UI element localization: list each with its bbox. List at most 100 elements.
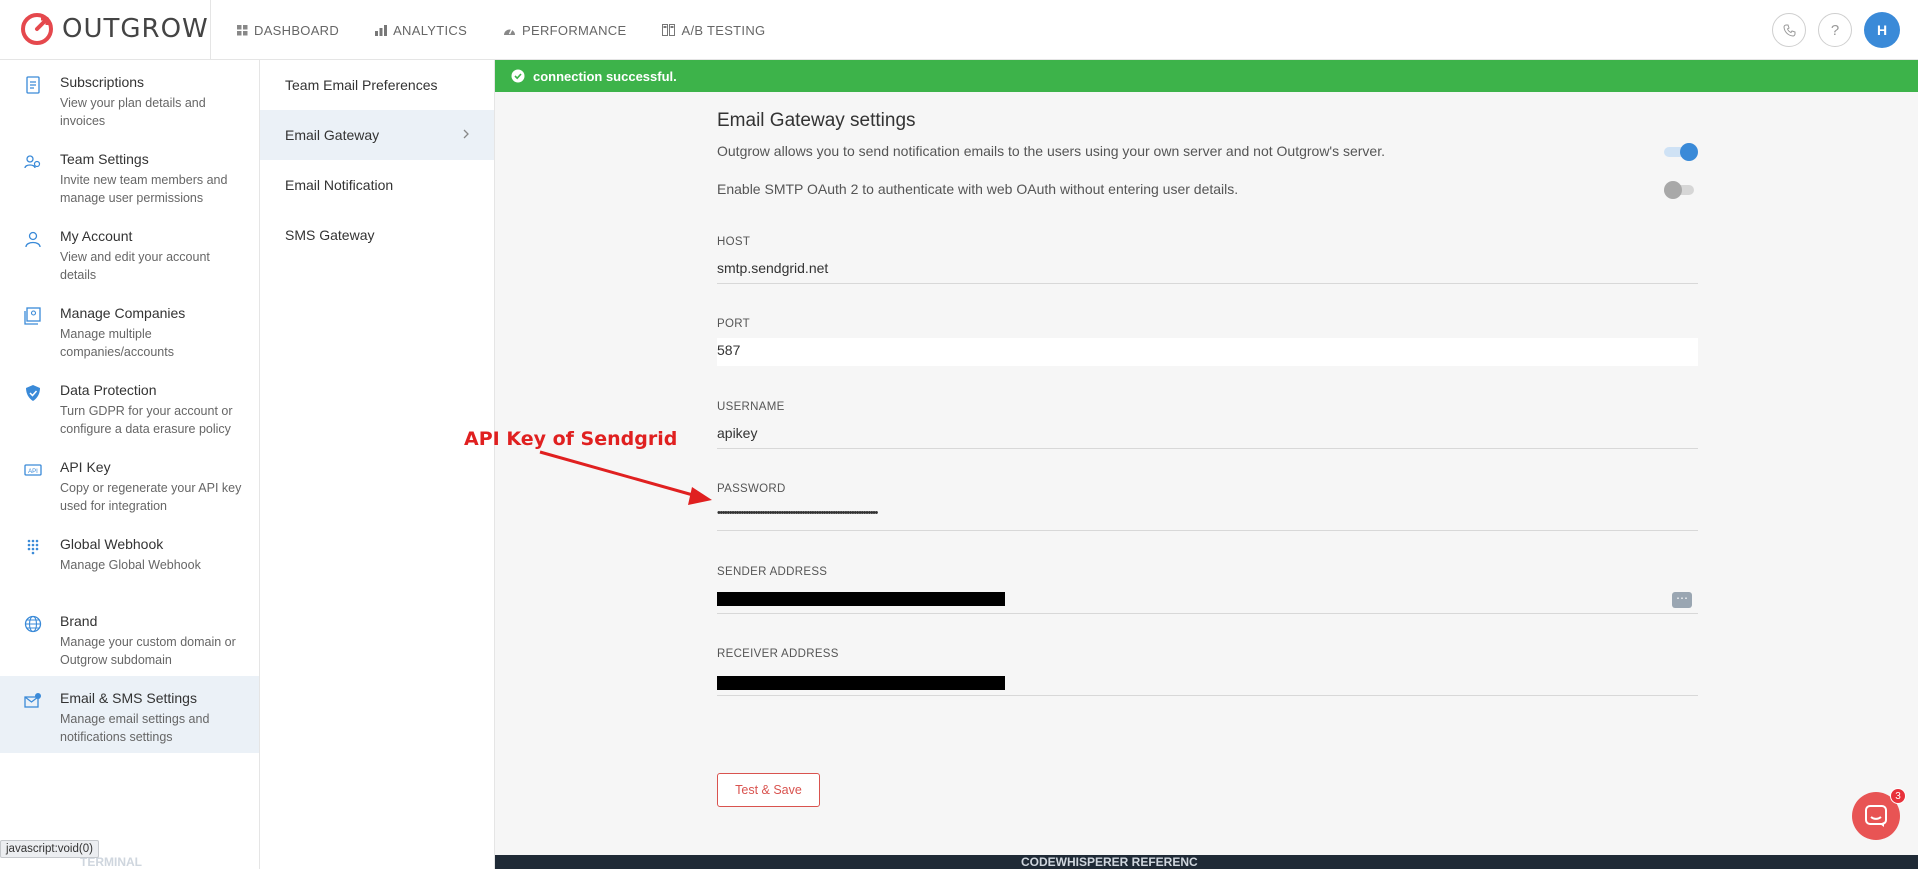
check-circle-icon [511, 69, 525, 83]
port-input[interactable]: 587 [717, 338, 1698, 366]
oauth-text: Enable SMTP OAuth 2 to authenticate with… [717, 181, 1239, 197]
email-settings-subnav: Team Email Preferences Email Gateway Ema… [260, 60, 495, 869]
password-input[interactable]: ••••••••••••••••••••••••••••••••••••••••… [717, 503, 1698, 531]
own-server-row: Outgrow allows you to send notification … [717, 140, 1698, 162]
chat-icon [1865, 805, 1887, 827]
subnav-team-email-preferences[interactable]: Team Email Preferences [260, 60, 494, 110]
email-settings-icon [24, 693, 41, 708]
sidebar-item-brand[interactable]: Brand Manage your custom domain or Outgr… [0, 599, 259, 676]
sidebar-item-desc: Manage Global Webhook [60, 558, 201, 572]
sidebar-item-subscriptions[interactable]: Subscriptions View your plan details and… [0, 60, 259, 137]
annotation-label: API Key of Sendgrid [464, 428, 678, 450]
main-content: connection successful. Email Gateway set… [495, 60, 1918, 855]
sender-address-field: SENDER ADDRESS ⋯ [717, 566, 1698, 614]
shield-icon [26, 385, 40, 401]
sidebar-item-my-account[interactable]: My Account View and edit your account de… [0, 214, 259, 291]
username-field: USERNAME apikey [717, 401, 1698, 449]
subnav-email-notification[interactable]: Email Notification [260, 160, 494, 210]
help-button[interactable]: ? [1818, 13, 1852, 47]
phone-icon [1782, 24, 1795, 37]
chat-badge: 3 [1890, 788, 1906, 804]
port-field: PORT 587 [717, 318, 1698, 366]
split-test-icon [662, 24, 676, 36]
sidebar-item-title: Data Protection [60, 382, 157, 398]
sidebar-item-title: My Account [60, 228, 133, 244]
sidebar-item-title: Subscriptions [60, 74, 145, 90]
sender-address-input[interactable]: ⋯ [717, 586, 1698, 614]
sidebar-item-title: API Key [60, 459, 111, 475]
brand-logo[interactable]: OUTGROW [20, 12, 209, 46]
nav-analytics[interactable]: ANALYTICS [375, 23, 467, 38]
nav-dashboard[interactable]: DASHBOARD [237, 23, 339, 38]
host-input[interactable]: smtp.sendgrid.net [717, 256, 1698, 284]
port-label: PORT [717, 318, 750, 330]
sidebar-item-title: Email & SMS Settings [60, 690, 197, 706]
call-button[interactable] [1772, 13, 1806, 47]
dots-grid-icon [27, 539, 39, 555]
nav-analytics-label: ANALYTICS [393, 22, 468, 38]
nav-ab-testing[interactable]: A/B TESTING [662, 23, 765, 38]
host-label: HOST [717, 236, 751, 248]
sidebar-item-desc: Copy or regenerate your API key used for… [60, 481, 242, 513]
nav-dashboard-label: DASHBOARD [254, 22, 340, 38]
page-title: Email Gateway settings [717, 110, 916, 131]
sender-address-label: SENDER ADDRESS [717, 566, 828, 578]
test-and-save-button[interactable]: Test & Save [717, 773, 820, 807]
receiver-address-label: RECEIVER ADDRESS [717, 648, 839, 660]
nav-performance[interactable]: PERFORMANCE [503, 23, 626, 38]
username-input[interactable]: apikey [717, 421, 1698, 449]
companies-icon [24, 307, 41, 325]
sidebar-item-manage-companies[interactable]: Manage Companies Manage multiple compani… [0, 291, 259, 368]
sidebar-item-desc: Manage multiple companies/accounts [60, 327, 174, 359]
nav-performance-label: PERFORMANCE [522, 22, 627, 38]
sidebar-item-title: Global Webhook [60, 536, 164, 552]
top-navbar: OUTGROW DASHBOARD ANALYTICS PERFORMANCE … [0, 0, 1918, 60]
main-nav: DASHBOARD ANALYTICS PERFORMANCE A/B TEST… [210, 0, 801, 60]
bottom-editor-strip: TERMINAL CODEWHISPERER REFERENC [80, 855, 1918, 869]
team-icon [24, 155, 41, 169]
user-icon [25, 231, 41, 248]
receiver-address-input[interactable] [717, 668, 1698, 696]
nav-ab-testing-label: A/B TESTING [681, 22, 766, 38]
sidebar-item-desc: Manage email settings and notifications … [60, 712, 210, 744]
settings-sidebar: Subscriptions View your plan details and… [0, 60, 260, 869]
redacted-block [717, 676, 1005, 690]
bar-chart-icon [375, 24, 388, 36]
sidebar-item-team-settings[interactable]: Team Settings Invite new team members an… [0, 137, 259, 214]
chevron-right-icon [463, 129, 469, 139]
subnav-email-gateway[interactable]: Email Gateway [260, 110, 494, 160]
avatar[interactable]: H [1864, 12, 1900, 48]
more-options-icon[interactable]: ⋯ [1672, 592, 1692, 608]
sidebar-item-api-key[interactable]: API API Key Copy or regenerate your API … [0, 445, 259, 522]
own-server-toggle[interactable] [1664, 142, 1698, 161]
globe-icon [24, 615, 42, 633]
sidebar-item-desc: View your plan details and invoices [60, 96, 206, 128]
status-bar-tooltip: javascript:void(0) [0, 840, 99, 858]
subnav-sms-gateway[interactable]: SMS Gateway [260, 210, 494, 260]
brand-name: OUTGROW [62, 14, 209, 44]
sidebar-item-desc: Manage your custom domain or Outgrow sub… [60, 635, 236, 667]
redacted-block [717, 592, 1005, 606]
receiver-address-field: RECEIVER ADDRESS [717, 648, 1698, 696]
grid-icon [237, 24, 248, 35]
svg-text:API: API [28, 469, 38, 475]
top-right-actions: ? H [1760, 12, 1900, 48]
password-label: PASSWORD [717, 483, 786, 495]
sidebar-item-title: Brand [60, 613, 98, 629]
oauth-toggle[interactable] [1664, 180, 1698, 199]
username-label: USERNAME [717, 401, 785, 413]
sidebar-item-email-sms-settings[interactable]: Email & SMS Settings Manage email settin… [0, 676, 259, 753]
sidebar-item-data-protection[interactable]: Data Protection Turn GDPR for your accou… [0, 368, 259, 445]
sidebar-item-desc: Turn GDPR for your account or configure … [60, 404, 233, 436]
chat-launcher[interactable]: 3 [1852, 788, 1906, 840]
sidebar-item-global-webhook[interactable]: Global Webhook Manage Global Webhook [0, 522, 259, 599]
subnav-email-gateway-label: Email Gateway [285, 127, 380, 143]
banner-text: connection successful. [533, 68, 677, 84]
sidebar-item-title: Manage Companies [60, 305, 186, 321]
codewhisperer-label: CODEWHISPERER REFERENC [1021, 855, 1198, 869]
own-server-text: Outgrow allows you to send notification … [717, 143, 1386, 159]
oauth-row: Enable SMTP OAuth 2 to authenticate with… [717, 178, 1698, 200]
outgrow-logo-icon [21, 13, 53, 45]
sidebar-item-title: Team Settings [60, 151, 149, 167]
host-field: HOST smtp.sendgrid.net [717, 236, 1698, 284]
